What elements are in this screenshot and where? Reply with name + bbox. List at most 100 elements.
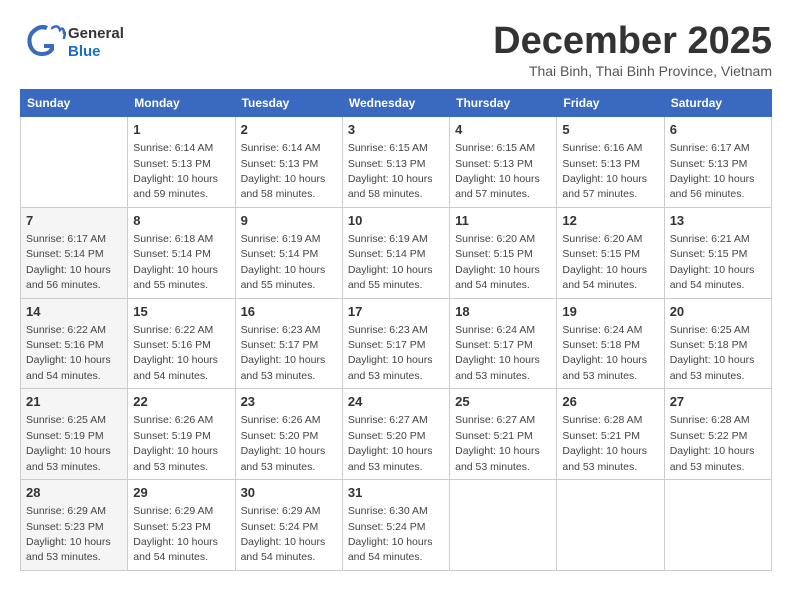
calendar-cell: 12 Sunrise: 6:20 AMSunset: 5:15 PMDayligh… xyxy=(557,207,664,298)
calendar-cell: 4 Sunrise: 6:15 AMSunset: 5:13 PMDaylight… xyxy=(450,117,557,208)
calendar-cell xyxy=(557,480,664,571)
day-info: Sunrise: 6:19 AMSunset: 5:14 PMDaylight:… xyxy=(241,233,326,291)
logo-svg xyxy=(20,20,66,66)
calendar-main-title: December 2025 xyxy=(493,20,772,63)
day-info: Sunrise: 6:23 AMSunset: 5:17 PMDaylight:… xyxy=(241,324,326,382)
calendar-cell: 26 Sunrise: 6:28 AMSunset: 5:21 PMDayligh… xyxy=(557,389,664,480)
day-number: 22 xyxy=(133,393,229,411)
day-info: Sunrise: 6:17 AMSunset: 5:14 PMDaylight:… xyxy=(26,233,111,291)
calendar-cell: 20 Sunrise: 6:25 AMSunset: 5:18 PMDayligh… xyxy=(664,298,771,389)
day-info: Sunrise: 6:28 AMSunset: 5:21 PMDaylight:… xyxy=(562,414,647,472)
day-number: 19 xyxy=(562,303,658,321)
day-number: 20 xyxy=(670,303,766,321)
calendar-cell: 19 Sunrise: 6:24 AMSunset: 5:18 PMDayligh… xyxy=(557,298,664,389)
day-info: Sunrise: 6:14 AMSunset: 5:13 PMDaylight:… xyxy=(133,142,218,200)
day-info: Sunrise: 6:24 AMSunset: 5:18 PMDaylight:… xyxy=(562,324,647,382)
day-number: 18 xyxy=(455,303,551,321)
calendar-cell: 27 Sunrise: 6:28 AMSunset: 5:22 PMDayligh… xyxy=(664,389,771,480)
day-number: 13 xyxy=(670,212,766,230)
calendar-cell: 29Sunrise: 6:29 AMSunset: 5:23 PMDayligh… xyxy=(128,480,235,571)
calendar-cell: 18 Sunrise: 6:24 AMSunset: 5:17 PMDayligh… xyxy=(450,298,557,389)
day-info: Sunrise: 6:24 AMSunset: 5:17 PMDaylight:… xyxy=(455,324,540,382)
calendar-cell: 13 Sunrise: 6:21 AMSunset: 5:15 PMDayligh… xyxy=(664,207,771,298)
header-day-tuesday: Tuesday xyxy=(235,90,342,117)
header-day-friday: Friday xyxy=(557,90,664,117)
day-info: Sunrise: 6:27 AMSunset: 5:21 PMDaylight:… xyxy=(455,414,540,472)
day-number: 1 xyxy=(133,121,229,139)
calendar-cell: 25 Sunrise: 6:27 AMSunset: 5:21 PMDayligh… xyxy=(450,389,557,480)
day-info: Sunrise: 6:29 AMSunset: 5:23 PMDaylight:… xyxy=(26,505,111,563)
day-number: 28 xyxy=(26,484,122,502)
day-info: Sunrise: 6:19 AMSunset: 5:14 PMDaylight:… xyxy=(348,233,433,291)
calendar-cell: 14Sunrise: 6:22 AMSunset: 5:16 PMDayligh… xyxy=(21,298,128,389)
header-day-monday: Monday xyxy=(128,90,235,117)
day-number: 11 xyxy=(455,212,551,230)
calendar-location: Thai Binh, Thai Binh Province, Vietnam xyxy=(493,63,772,79)
calendar-cell: 6 Sunrise: 6:17 AMSunset: 5:13 PMDaylight… xyxy=(664,117,771,208)
day-number: 30 xyxy=(241,484,337,502)
day-number: 4 xyxy=(455,121,551,139)
calendar-cell: 22Sunrise: 6:26 AMSunset: 5:19 PMDayligh… xyxy=(128,389,235,480)
day-info: Sunrise: 6:17 AMSunset: 5:13 PMDaylight:… xyxy=(670,142,755,200)
day-info: Sunrise: 6:25 AMSunset: 5:18 PMDaylight:… xyxy=(670,324,755,382)
calendar-cell: 3Sunrise: 6:15 AMSunset: 5:13 PMDaylight… xyxy=(342,117,449,208)
header-day-saturday: Saturday xyxy=(664,90,771,117)
day-number: 12 xyxy=(562,212,658,230)
day-info: Sunrise: 6:20 AMSunset: 5:15 PMDaylight:… xyxy=(455,233,540,291)
calendar-week-row: 14 Sunrise: 6:22 AMSunset: 5:16 PMDayligh… xyxy=(21,298,772,389)
header-day-thursday: Thursday xyxy=(450,90,557,117)
day-info: Sunrise: 6:27 AMSunset: 5:20 PMDaylight:… xyxy=(348,414,433,472)
day-number: 31 xyxy=(348,484,444,502)
calendar-cell: 9 Sunrise: 6:19 AMSunset: 5:14 PMDaylight… xyxy=(235,207,342,298)
day-number: 26 xyxy=(562,393,658,411)
day-info: Sunrise: 6:14 AMSunset: 5:13 PMDaylight:… xyxy=(241,142,326,200)
day-number: 6 xyxy=(670,121,766,139)
calendar-cell: 5Sunrise: 6:16 AMSunset: 5:13 PMDaylight… xyxy=(557,117,664,208)
calendar-cell: 15 Sunrise: 6:22 AMSunset: 5:16 PMDayligh… xyxy=(128,298,235,389)
day-info: Sunrise: 6:29 AMSunset: 5:24 PMDaylight:… xyxy=(241,505,326,563)
calendar-cell: 31 Sunrise: 6:30 AMSunset: 5:24 PMDayligh… xyxy=(342,480,449,571)
day-number: 17 xyxy=(348,303,444,321)
day-info: Sunrise: 6:28 AMSunset: 5:22 PMDaylight:… xyxy=(670,414,755,472)
calendar-cell: 2 Sunrise: 6:14 AMSunset: 5:13 PMDaylight… xyxy=(235,117,342,208)
calendar-header-row: SundayMondayTuesdayWednesdayThursdayFrid… xyxy=(21,90,772,117)
logo-blue: Blue xyxy=(68,43,101,60)
day-info: Sunrise: 6:20 AMSunset: 5:15 PMDaylight:… xyxy=(562,233,647,291)
header-day-wednesday: Wednesday xyxy=(342,90,449,117)
calendar-cell: 8Sunrise: 6:18 AMSunset: 5:14 PMDaylight… xyxy=(128,207,235,298)
day-number: 21 xyxy=(26,393,122,411)
day-number: 25 xyxy=(455,393,551,411)
calendar-cell: 23 Sunrise: 6:26 AMSunset: 5:20 PMDayligh… xyxy=(235,389,342,480)
calendar-week-row: 7Sunrise: 6:17 AMSunset: 5:14 PMDaylight… xyxy=(21,207,772,298)
calendar-table: SundayMondayTuesdayWednesdayThursdayFrid… xyxy=(20,89,772,571)
day-number: 10 xyxy=(348,212,444,230)
day-number: 15 xyxy=(133,303,229,321)
day-info: Sunrise: 6:22 AMSunset: 5:16 PMDaylight:… xyxy=(133,324,218,382)
day-number: 14 xyxy=(26,303,122,321)
logo-general: General xyxy=(68,25,124,42)
calendar-cell: 21Sunrise: 6:25 AMSunset: 5:19 PMDayligh… xyxy=(21,389,128,480)
day-info: Sunrise: 6:15 AMSunset: 5:13 PMDaylight:… xyxy=(348,142,433,200)
day-info: Sunrise: 6:26 AMSunset: 5:20 PMDaylight:… xyxy=(241,414,326,472)
calendar-cell: 16 Sunrise: 6:23 AMSunset: 5:17 PMDayligh… xyxy=(235,298,342,389)
day-info: Sunrise: 6:23 AMSunset: 5:17 PMDaylight:… xyxy=(348,324,433,382)
day-info: Sunrise: 6:21 AMSunset: 5:15 PMDaylight:… xyxy=(670,233,755,291)
calendar-body: 1 Sunrise: 6:14 AMSunset: 5:13 PMDaylight… xyxy=(21,117,772,571)
day-number: 2 xyxy=(241,121,337,139)
calendar-cell: 7Sunrise: 6:17 AMSunset: 5:14 PMDaylight… xyxy=(21,207,128,298)
day-number: 27 xyxy=(670,393,766,411)
calendar-week-row: 21Sunrise: 6:25 AMSunset: 5:19 PMDayligh… xyxy=(21,389,772,480)
calendar-cell xyxy=(450,480,557,571)
calendar-cell: 10 Sunrise: 6:19 AMSunset: 5:14 PMDayligh… xyxy=(342,207,449,298)
calendar-cell: 30 Sunrise: 6:29 AMSunset: 5:24 PMDayligh… xyxy=(235,480,342,571)
day-number: 5 xyxy=(562,121,658,139)
day-number: 23 xyxy=(241,393,337,411)
day-info: Sunrise: 6:30 AMSunset: 5:24 PMDaylight:… xyxy=(348,505,433,563)
calendar-week-row: 28 Sunrise: 6:29 AMSunset: 5:23 PMDayligh… xyxy=(21,480,772,571)
day-number: 24 xyxy=(348,393,444,411)
day-number: 9 xyxy=(241,212,337,230)
day-info: Sunrise: 6:15 AMSunset: 5:13 PMDaylight:… xyxy=(455,142,540,200)
day-number: 16 xyxy=(241,303,337,321)
day-info: Sunrise: 6:18 AMSunset: 5:14 PMDaylight:… xyxy=(133,233,218,291)
day-info: Sunrise: 6:29 AMSunset: 5:23 PMDaylight:… xyxy=(133,505,218,563)
